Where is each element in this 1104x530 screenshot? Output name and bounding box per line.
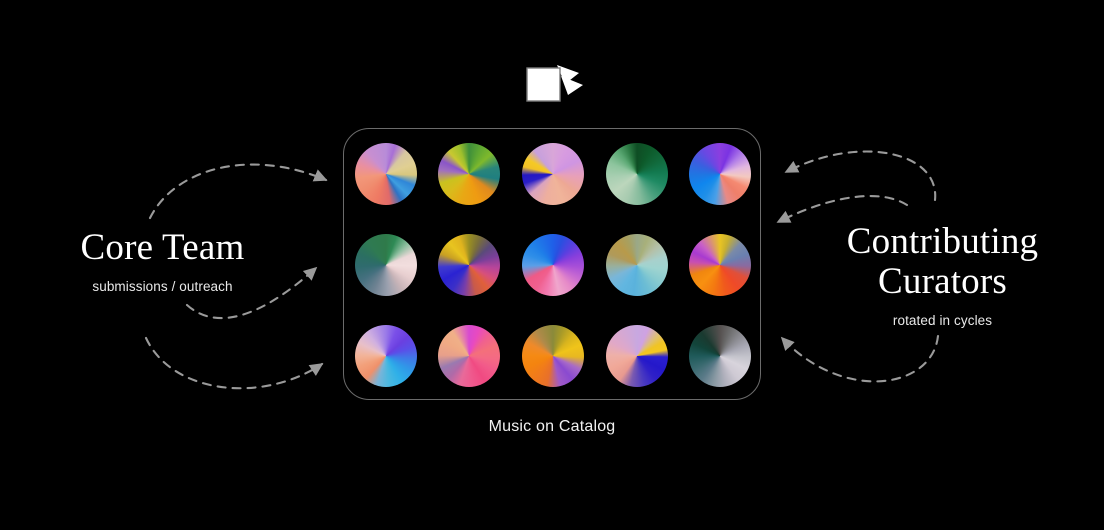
cards-stack-icon-front-card <box>526 67 561 102</box>
cards-stack-icon <box>521 58 591 110</box>
diagram-canvas: Core Team submissions / outreach Contrib… <box>0 0 1104 530</box>
arrow-core-team-3 <box>144 336 324 390</box>
track-artwork-11[interactable] <box>354 324 417 387</box>
core-team-label-group: Core Team submissions / outreach <box>20 228 305 294</box>
arrow-curators-2 <box>776 195 909 224</box>
arrow-core-team-1 <box>148 163 328 220</box>
track-artwork-12[interactable] <box>438 324 501 387</box>
contributing-curators-label-group: Contributing Curators rotated in cycles <box>800 222 1085 328</box>
track-artwork-7[interactable] <box>438 233 501 296</box>
track-artwork-8[interactable] <box>521 233 584 296</box>
track-artwork-2[interactable] <box>438 143 501 206</box>
catalog-caption: Music on Catalog <box>488 418 616 435</box>
catalog-disc-grid <box>344 129 762 401</box>
core-team-subtitle: submissions / outreach <box>92 278 233 294</box>
catalog-panel <box>343 128 761 400</box>
track-artwork-9[interactable] <box>605 233 668 296</box>
contributing-curators-subtitle: rotated in cycles <box>892 312 993 328</box>
track-artwork-3[interactable] <box>521 143 584 206</box>
track-artwork-1[interactable] <box>354 143 417 206</box>
cards-stack-icon-fan <box>557 65 583 95</box>
track-artwork-14[interactable] <box>605 324 668 387</box>
track-artwork-10[interactable] <box>689 233 752 296</box>
track-artwork-6[interactable] <box>354 233 417 296</box>
core-team-title: Core Team <box>80 227 245 268</box>
contributing-curators-title: Contributing Curators <box>846 221 1039 302</box>
track-artwork-5[interactable] <box>689 143 752 206</box>
track-artwork-4[interactable] <box>605 143 668 206</box>
arrow-curators-1 <box>784 150 937 202</box>
arrow-curators-3 <box>780 334 940 383</box>
track-artwork-15[interactable] <box>689 324 752 387</box>
track-artwork-13[interactable] <box>521 324 584 387</box>
